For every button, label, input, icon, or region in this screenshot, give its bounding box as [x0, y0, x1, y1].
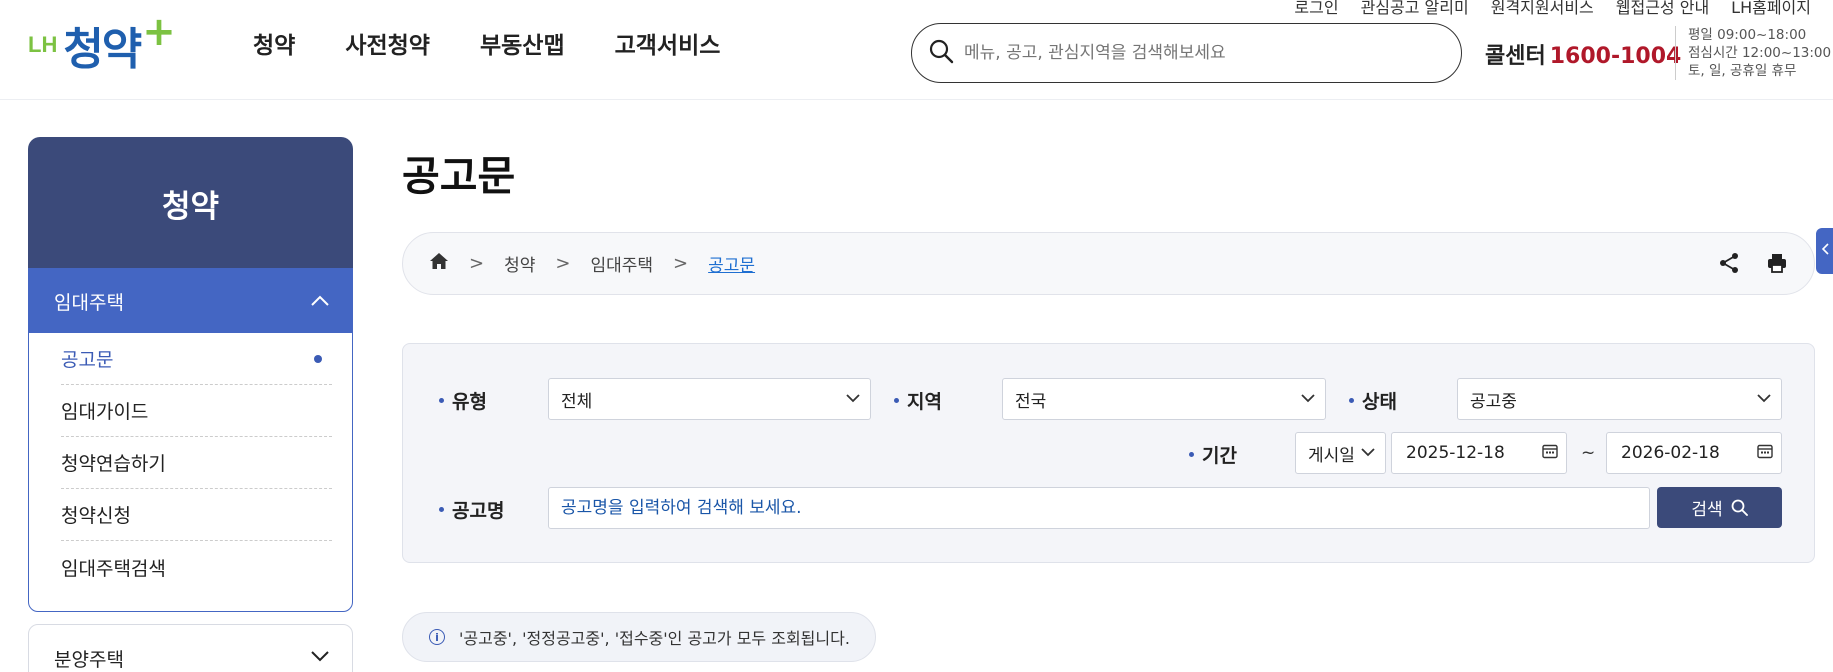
info-notice: i '공고중', '정정공고중', '접수중'인 공고가 모두 조회됩니다. [402, 612, 876, 662]
utility-links: 로그인 관심공고 알리미 원격지원서비스 웹접근성 안내 LH홈페이지 [1272, 0, 1811, 18]
gnb-item-realestate-map[interactable]: 부동산맵 [480, 26, 565, 60]
date-range-separator: ~ [1581, 443, 1596, 463]
callcenter-number: 1600-1004 [1549, 44, 1682, 69]
info-icon: i [429, 629, 445, 645]
home-icon[interactable] [429, 252, 449, 275]
gnb-item-pre-apply[interactable]: 사전청약 [345, 26, 430, 60]
chevron-down-icon [846, 391, 860, 407]
filter-region-select[interactable]: 전국 [1002, 378, 1326, 420]
sidebar-title-box: 청약 [28, 137, 353, 269]
active-dot-icon [314, 354, 322, 363]
search-icon [1731, 499, 1748, 516]
page-title: 공고문 [402, 152, 516, 200]
hours-holiday: 토, 일, 공휴일 휴무 [1688, 63, 1797, 79]
breadcrumb-item-current[interactable]: 공고문 [708, 251, 755, 276]
sidebar-group-sale-label: 분양주택 [54, 649, 124, 671]
chevron-right-icon: > [555, 253, 571, 274]
sidebar-item-label: 공고문 [61, 349, 114, 371]
search-button-label: 검색 [1691, 500, 1723, 520]
share-icon[interactable] [1718, 252, 1740, 279]
filter-period-label: 기간 [1189, 441, 1237, 468]
breadcrumb: > 청약 > 임대주택 > 공고문 [402, 232, 1815, 295]
filter-status-label: 상태 [1349, 387, 1397, 414]
util-alert[interactable]: 관심공고 알리미 [1361, 0, 1469, 18]
filter-status-value: 공고중 [1470, 391, 1517, 412]
util-accessibility[interactable]: 웹접근성 안내 [1616, 0, 1709, 18]
sidebar-group-rental: 임대주택 공고문 임대가이드 청약연습하기 청약신청 임대주택검색 [28, 268, 353, 612]
search-icon[interactable] [928, 38, 954, 68]
filter-type-select[interactable]: 전체 [548, 378, 871, 420]
calendar-icon[interactable] [1542, 443, 1558, 464]
chevron-down-icon [1301, 391, 1315, 407]
sidebar-title: 청약 [161, 188, 220, 225]
date-from-input[interactable]: 2025-12-18 [1391, 432, 1567, 474]
sidebar-item-label: 임대주택검색 [61, 557, 166, 580]
logo[interactable]: LH 청약 + [28, 12, 176, 72]
filter-type-value: 전체 [561, 391, 593, 412]
search-button[interactable]: 검색 [1657, 487, 1782, 528]
callcenter: 콜센터 1600-1004 [1485, 38, 1681, 70]
sidebar-group-sale[interactable]: 분양주택 [28, 624, 353, 672]
util-lh-home[interactable]: LH홈페이지 [1731, 0, 1811, 18]
sidebar-rental-list: 공고문 임대가이드 청약연습하기 청약신청 임대주택검색 [29, 333, 352, 593]
chevron-right-icon: > [469, 253, 485, 274]
search-input[interactable] [964, 43, 1444, 63]
filter-period-type-select[interactable]: 게시일 [1295, 432, 1386, 474]
filter-period-type-value: 게시일 [1308, 445, 1355, 466]
sidebar-group-rental-label: 임대주택 [54, 291, 124, 314]
filter-region-label: 지역 [894, 387, 942, 414]
util-login[interactable]: 로그인 [1294, 0, 1338, 18]
header: LH 청약 + 청약 사전청약 부동산맵 고객서비스 로그인 관심공고 알리미 … [0, 0, 1833, 100]
sidebar-item-label: 청약신청 [61, 505, 131, 527]
sidebar-item-rental-guide[interactable]: 임대가이드 [61, 385, 332, 437]
hours-lunch: 점심시간 12:00~13:00 [1688, 45, 1832, 61]
logo-plus: + [142, 9, 176, 55]
callcenter-hours: 평일 09:00~18:00 점심시간 12:00~13:00 토, 일, 공휴… [1675, 26, 1831, 80]
sidebar-item-apply[interactable]: 청약신청 [61, 489, 332, 541]
util-remote[interactable]: 원격지원서비스 [1491, 0, 1594, 18]
calendar-icon[interactable] [1757, 443, 1773, 464]
gnb-item-apply[interactable]: 청약 [253, 26, 295, 60]
callcenter-label: 콜센터 [1485, 44, 1546, 69]
sidebar-item-label: 청약연습하기 [61, 453, 166, 475]
breadcrumb-tools [1692, 252, 1788, 279]
filter-type-label: 유형 [439, 387, 487, 414]
sidebar-item-notice[interactable]: 공고문 [61, 333, 332, 385]
quick-menu-toggle[interactable] [1816, 228, 1833, 274]
filter-name-label: 공고명 [439, 496, 504, 523]
chevron-right-icon: > [673, 253, 689, 274]
sidebar-item-label: 임대가이드 [61, 401, 149, 423]
chevron-down-icon [1361, 445, 1375, 461]
filter-name-field[interactable] [548, 487, 1650, 529]
date-to-input[interactable]: 2026-02-18 [1606, 432, 1782, 474]
sidebar-group-rental-header[interactable]: 임대주택 [29, 269, 352, 333]
date-from-value: 2025-12-18 [1406, 443, 1505, 463]
sidebar-item-practice[interactable]: 청약연습하기 [61, 437, 332, 489]
sidebar-item-rental-search[interactable]: 임대주택검색 [61, 541, 332, 593]
chevron-down-icon [1757, 391, 1771, 407]
filter-name-input[interactable] [561, 498, 1611, 518]
logo-prefix: LH [28, 32, 58, 57]
print-icon[interactable] [1766, 252, 1788, 279]
gnb-item-customer-service[interactable]: 고객서비스 [615, 26, 721, 60]
breadcrumb-item-apply[interactable]: 청약 [504, 251, 535, 276]
info-notice-text: '공고중', '정정공고중', '접수중'인 공고가 모두 조회됩니다. [459, 629, 850, 648]
logo-main: 청약 [63, 24, 142, 75]
filter-status-select[interactable]: 공고중 [1457, 378, 1782, 420]
breadcrumb-item-rental[interactable]: 임대주택 [590, 251, 653, 276]
chevron-down-icon [310, 645, 330, 667]
chevron-left-icon [1821, 243, 1829, 259]
date-to-value: 2026-02-18 [1621, 443, 1720, 463]
search-filter-panel: 유형 전체 지역 전국 상태 공고중 기간 게시일 2025-12-18 ~ 2… [402, 343, 1815, 563]
global-search[interactable] [911, 23, 1462, 83]
global-nav: 청약 사전청약 부동산맵 고객서비스 [253, 26, 770, 60]
filter-region-value: 전국 [1015, 391, 1047, 412]
hours-weekday: 평일 09:00~18:00 [1688, 27, 1807, 43]
chevron-up-icon [310, 290, 330, 312]
